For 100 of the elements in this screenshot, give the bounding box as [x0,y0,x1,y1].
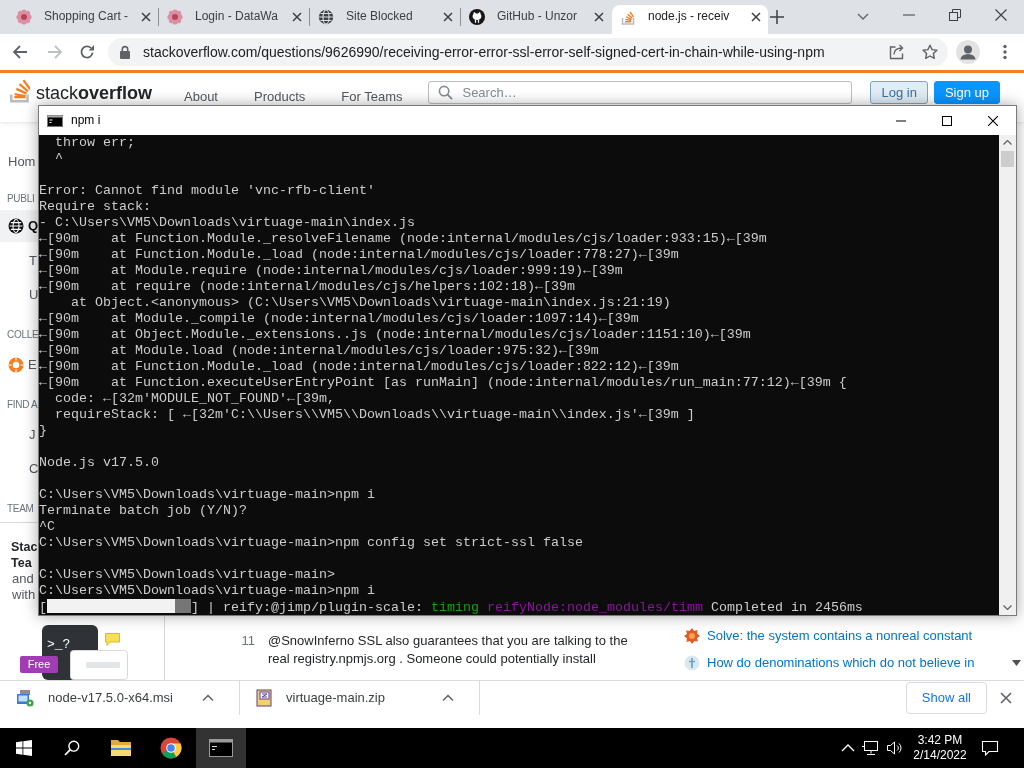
scroll-down-icon[interactable] [1003,605,1012,610]
terminal-line: Require stack: [39,199,152,215]
share-icon[interactable] [889,44,905,60]
terminal-line: ←[90m at Object.Module._extensions..js (node:internal/modules/cjs/loader:1151:10)←[39m [39,327,752,343]
section-heading: TEAM [6,502,34,516]
section-heading: PUBLI [6,192,35,206]
terminal-line: ←[90m at Module.require (node:internal/modules/cjs/loader:999:19)←[39m [39,263,624,279]
login-button[interactable]: Log in [870,81,928,104]
nav-item[interactable]: C [0,454,39,484]
nav-link[interactable]: About [184,90,218,104]
flower-icon [16,9,32,25]
nav-link[interactable]: Products [254,90,306,104]
close-icon[interactable] [995,9,1007,21]
terminal-text: Completed in 2456ms [710,600,863,615]
comment-score: 11 [240,632,255,650]
question-link[interactable]: Solve: the system contains a nonreal constant [707,627,973,645]
terminal-line: ←[90m at Module._compile (node:internal/modules/cjs/loader:1097:14)←[39m [39,311,640,327]
nav-item[interactable]: T [0,246,37,276]
terminal-line: ←[90m at Function.Module._resolveFilename (node:internal/modules/cjs/loader:933:15)←[39m [39,231,768,247]
console-icon [209,739,233,757]
terminal-line: C:\Users\VM5\Downloads\virtuage-main>npm config set strict-ssl false [39,535,584,551]
terminal-line: } [39,423,48,439]
terminal-line: C:\Users\VM5\Downloads\virtuage-main> [39,567,336,583]
maximize-icon[interactable] [942,115,952,126]
restore-icon[interactable] [949,9,961,21]
teams-heading: Tea [10,555,32,571]
nav-item[interactable]: Q [0,210,38,242]
globe-icon [318,9,334,25]
scroll-thumb[interactable] [1001,151,1014,167]
terminal-line: at Object.<anonymous> (C:\Users\VM5\Downloads\virtuage-main\index.js:21:19) [70,295,672,311]
plus-icon[interactable] [770,10,784,24]
nav-item[interactable]: U [0,280,39,310]
terminal-line: ←[90m at require (node:internal/modules/cjs/helpers:102:18)←[39m [39,279,576,295]
terminal-line: ←[90m at Module.load (node:internal/modules/cjs/loader:975:32)←[39m [39,343,600,359]
clock-date[interactable]: 2/14/2022 [913,748,967,763]
network-icon[interactable] [861,740,881,756]
browser-tab[interactable]: Login - DataWa [159,5,309,34]
terminal-line: - C:\Users\VM5\Downloads\virtuage-main\index.js [39,215,416,231]
section-heading: COLLE [6,328,39,342]
terminal-line: C:\Users\VM5\Downloads\virtuage-main>npm i [39,487,376,503]
back-icon[interactable] [12,44,28,60]
progress-bracket: ] [191,600,199,615]
clock-time[interactable]: 3:42 PM [917,733,963,748]
four-panes-icon[interactable] [16,740,32,756]
terminal-line: requireStack: [ ←[32m'C:\\Users\\VM5\\Downloads\\virtuage-main\\index.js'←[39m ] [54,407,696,423]
terminal-line: C:\Users\VM5\Downloads\virtuage-main>npm i [39,583,376,599]
browser-tab[interactable]: GitHub - Unzor [461,5,611,34]
terminal-line: Node.js v17.5.0 [39,455,160,471]
terminal-line: Terminate batch job (Y/N)? [39,503,248,519]
teams-text: and [11,571,34,587]
menu-icon[interactable] [1003,44,1007,60]
browser-tab[interactable]: node.js - receiv [612,5,768,34]
cat-face-icon [469,9,485,25]
plan-badge: Free [20,656,58,673]
notification-icon[interactable] [981,740,999,756]
stacked-bars-icon[interactable] [10,79,30,103]
terminal-line: ←[90m at Function.executeUserEntryPoint [as runMain] (node:internal/modules/run_main:77:12)←[39m { [39,375,848,391]
speech-bubble-icon [105,633,120,646]
question-link[interactable]: How do denominations which do not believe in [707,654,975,672]
logo-text[interactable]: stackoverflow [36,83,153,103]
search-icon [438,85,454,100]
taskbar-button[interactable] [196,728,246,768]
terminal-line: ^C [39,519,56,535]
circle-logo-icon [160,737,182,759]
scroll-up-icon[interactable] [1003,140,1012,145]
close-icon[interactable] [988,115,998,126]
search-field[interactable]: Search… [428,81,853,104]
browser-tab[interactable]: Site Blocked [310,5,460,34]
teams-heading: Stac [10,539,38,555]
nav-item[interactable]: E [0,350,37,380]
download-file-name[interactable]: virtuage-main.zip [286,689,385,707]
star-icon[interactable] [922,44,938,60]
terminal-text: reifyNode:node_modules/timm [486,600,703,615]
show-all-button[interactable]: Show all [905,682,987,714]
terminal-line: ←[90m at Function.Module._load (node:internal/modules/cjs/loader:822:12)←[39m [39,359,680,375]
nav-link[interactable]: For Teams [341,90,403,104]
burst-icon [684,628,700,644]
nav-item[interactable]: Hom [0,150,36,174]
terminal-text: | reify:@jimp/plugin-scale: [207,600,423,615]
ring-icon [8,357,24,373]
globe-icon [8,218,24,234]
section-heading: FIND A [6,398,38,412]
scroll-down-icon[interactable] [1012,660,1021,666]
cross-icon [684,655,700,671]
terminal-line: Error: Cannot find module 'vnc-rfb-client' [39,183,376,199]
address-bar[interactable]: stackoverflow.com/questions/9626990/receiving-error-error-ssl-error-self-signed-cert-in-chain-while-using-npm [108,38,948,66]
archive-icon [256,689,272,707]
nav-item[interactable]: J [0,420,36,450]
teams-text: with [11,587,36,603]
reload-icon[interactable] [79,44,95,60]
download-file-name[interactable]: node-v17.5.0-x64.msi [48,689,173,707]
avatar-icon[interactable] [956,40,980,64]
close-icon[interactable] [999,691,1013,705]
comment-text: @SnowInferno SSL also guarantees that you are talking to the real registry.npmjs.org . Someone could potentially install [268,632,629,668]
terminal-line: code: ←[32m'MODULE_NOT_FOUND'←[39m, [54,391,336,407]
search-icon[interactable] [64,740,80,756]
volume-icon[interactable] [885,740,905,756]
terminal-text: timing [430,600,479,615]
stacked-bars-icon [620,9,636,25]
browser-tab[interactable]: Shopping Cart - [8,5,158,34]
